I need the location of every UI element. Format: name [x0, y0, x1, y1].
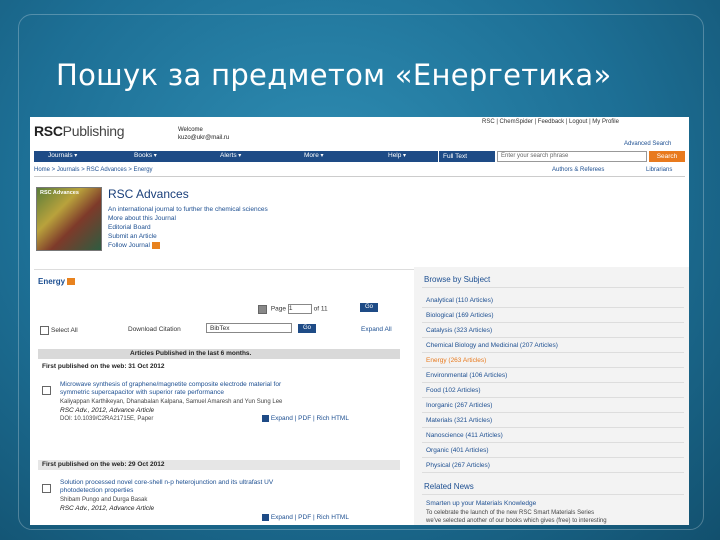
article-authors: Kaliyappan Karthikeyan, Dhanabalan Kalpa… [60, 399, 283, 405]
subject-divider [422, 382, 684, 383]
subject-divider [422, 367, 684, 368]
cover-label: RSC Advances [40, 190, 79, 196]
subject-divider [422, 457, 684, 458]
subject-item[interactable]: Environmental (106 Articles) [426, 372, 507, 379]
section-title: Energy [38, 277, 76, 286]
articles-bar: Articles Published in the last 6 months. [38, 349, 400, 359]
article-checkbox[interactable] [42, 484, 51, 493]
subject-divider [422, 337, 684, 338]
select-all-checkbox[interactable] [40, 326, 49, 335]
subject-divider [422, 427, 684, 428]
authors-referees-link[interactable]: Authors & Referees [552, 167, 604, 173]
header-divider [34, 176, 685, 177]
sidebar-divider [422, 494, 684, 495]
pager: Page 1 of 11 [258, 304, 328, 314]
article-doi: DOI: 10.1039/C2RA21715E, Paper [60, 416, 154, 422]
article-journal: RSC Adv., 2012, Advance Article [60, 505, 155, 512]
expand-icon[interactable] [262, 415, 269, 422]
articles-bar-text: Articles Published in the last 6 months. [130, 350, 252, 357]
nav-more[interactable]: More [304, 152, 324, 159]
search-input[interactable]: Enter your search phrase [497, 151, 647, 162]
article-title[interactable]: Microwave synthesis of graphene/magnetit… [60, 381, 281, 397]
published-date: First published on the web: 29 Oct 2012 [42, 461, 165, 468]
subject-item[interactable]: Biological (169 Articles) [426, 312, 494, 319]
welcome-label: Welcome [178, 127, 203, 133]
article-links[interactable]: Expand | PDF | Rich HTML [262, 415, 349, 422]
slide-title: Пошук за предметом «Енергетика» [56, 58, 612, 92]
select-all[interactable]: Select All [40, 326, 78, 335]
welcome-user: kuzo@ukr@mail.ru [178, 135, 230, 141]
citation-format-select[interactable]: BibTex [206, 323, 292, 333]
subject-divider [422, 322, 684, 323]
subject-item[interactable]: Energy (263 Articles) [426, 357, 486, 364]
related-news-title: Related News [424, 482, 474, 491]
page-of: of 11 [313, 305, 328, 313]
journal-cover-image: RSC Advances [36, 187, 102, 251]
article-links[interactable]: Expand | PDF | Rich HTML [262, 514, 349, 521]
nav-journals[interactable]: Journals [48, 152, 77, 159]
subject-divider [422, 472, 684, 473]
breadcrumb[interactable]: Home > Journals > RSC Advances > Energy [34, 167, 153, 173]
published-date: First published on the web: 31 Oct 2012 [42, 363, 165, 370]
subject-item[interactable]: Chemical Biology and Medicinal (207 Arti… [426, 342, 558, 349]
rss-icon[interactable] [67, 278, 76, 286]
search-button[interactable]: Search [649, 151, 685, 162]
browse-title: Browse by Subject [424, 275, 491, 284]
download-citation-label: Download Citation [128, 326, 181, 333]
website-screenshot: RSCPublishing Welcome kuzo@ukr@mail.ru R… [30, 117, 689, 525]
top-links[interactable]: RSC | ChemSpider | Feedback | Logout | M… [482, 119, 619, 125]
submit-article-link[interactable]: Submit an Article [108, 232, 268, 241]
subject-item[interactable]: Catalysis (323 Articles) [426, 327, 492, 334]
prev-page-icon[interactable] [258, 304, 267, 314]
subject-divider [422, 412, 684, 413]
journal-tagline: An international journal to further the … [108, 206, 268, 213]
subject-item[interactable]: Food (102 Articles) [426, 387, 481, 394]
sidebar-divider [422, 287, 684, 288]
citation-go-button[interactable]: Go [298, 324, 316, 333]
rsc-publishing-logo[interactable]: RSCPublishing [34, 123, 125, 139]
news-body: To celebrate the launch of the new RSC S… [426, 510, 607, 524]
editorial-board-link[interactable]: Editorial Board [108, 223, 268, 232]
page-input[interactable]: 1 [287, 304, 312, 314]
subject-divider [422, 307, 684, 308]
subject-divider [422, 352, 684, 353]
expand-all-link[interactable]: Expand All [361, 326, 392, 333]
pager-go-button[interactable]: Go [360, 303, 378, 312]
subject-divider [422, 397, 684, 398]
article-authors: Shibam Pungo and Durga Basak [60, 497, 148, 503]
journal-links: An international journal to further the … [108, 205, 268, 250]
subject-item[interactable]: Organic (401 Articles) [426, 447, 489, 454]
article-journal: RSC Adv., 2012, Advance Article [60, 407, 155, 414]
nav-help[interactable]: Help [388, 152, 406, 159]
subject-item[interactable]: Materials (321 Articles) [426, 417, 492, 424]
welcome-block: Welcome kuzo@ukr@mail.ru [178, 126, 229, 142]
article-title[interactable]: Solution processed novel core-shell n-p … [60, 479, 273, 495]
subject-item[interactable]: Inorganic (267 Articles) [426, 402, 492, 409]
librarians-link[interactable]: Librarians [646, 167, 672, 173]
nav-help-tab: Help [382, 151, 438, 162]
article-checkbox[interactable] [42, 386, 51, 395]
rss-icon[interactable] [151, 241, 160, 249]
nav-books[interactable]: Books [134, 152, 157, 159]
news-headline[interactable]: Smarten up your Materials Knowledge [426, 500, 536, 507]
main-nav: Journals Books Alerts More [34, 151, 409, 162]
subject-item[interactable]: Physical (267 Articles) [426, 462, 490, 469]
search-type-select[interactable]: Full Text [439, 151, 495, 162]
page-label: Page [270, 305, 286, 313]
journal-title: RSC Advances [108, 187, 189, 201]
follow-journal-link[interactable]: Follow Journal [108, 241, 268, 250]
subject-item[interactable]: Nanoscience (411 Articles) [426, 432, 503, 439]
nav-alerts[interactable]: Alerts [220, 152, 241, 159]
subject-divider [422, 442, 684, 443]
expand-icon[interactable] [262, 514, 269, 521]
advanced-search-link[interactable]: Advanced Search [624, 141, 671, 147]
subject-item[interactable]: Analytical (110 Articles) [426, 297, 493, 304]
about-journal-link[interactable]: More about this Journal [108, 214, 268, 223]
